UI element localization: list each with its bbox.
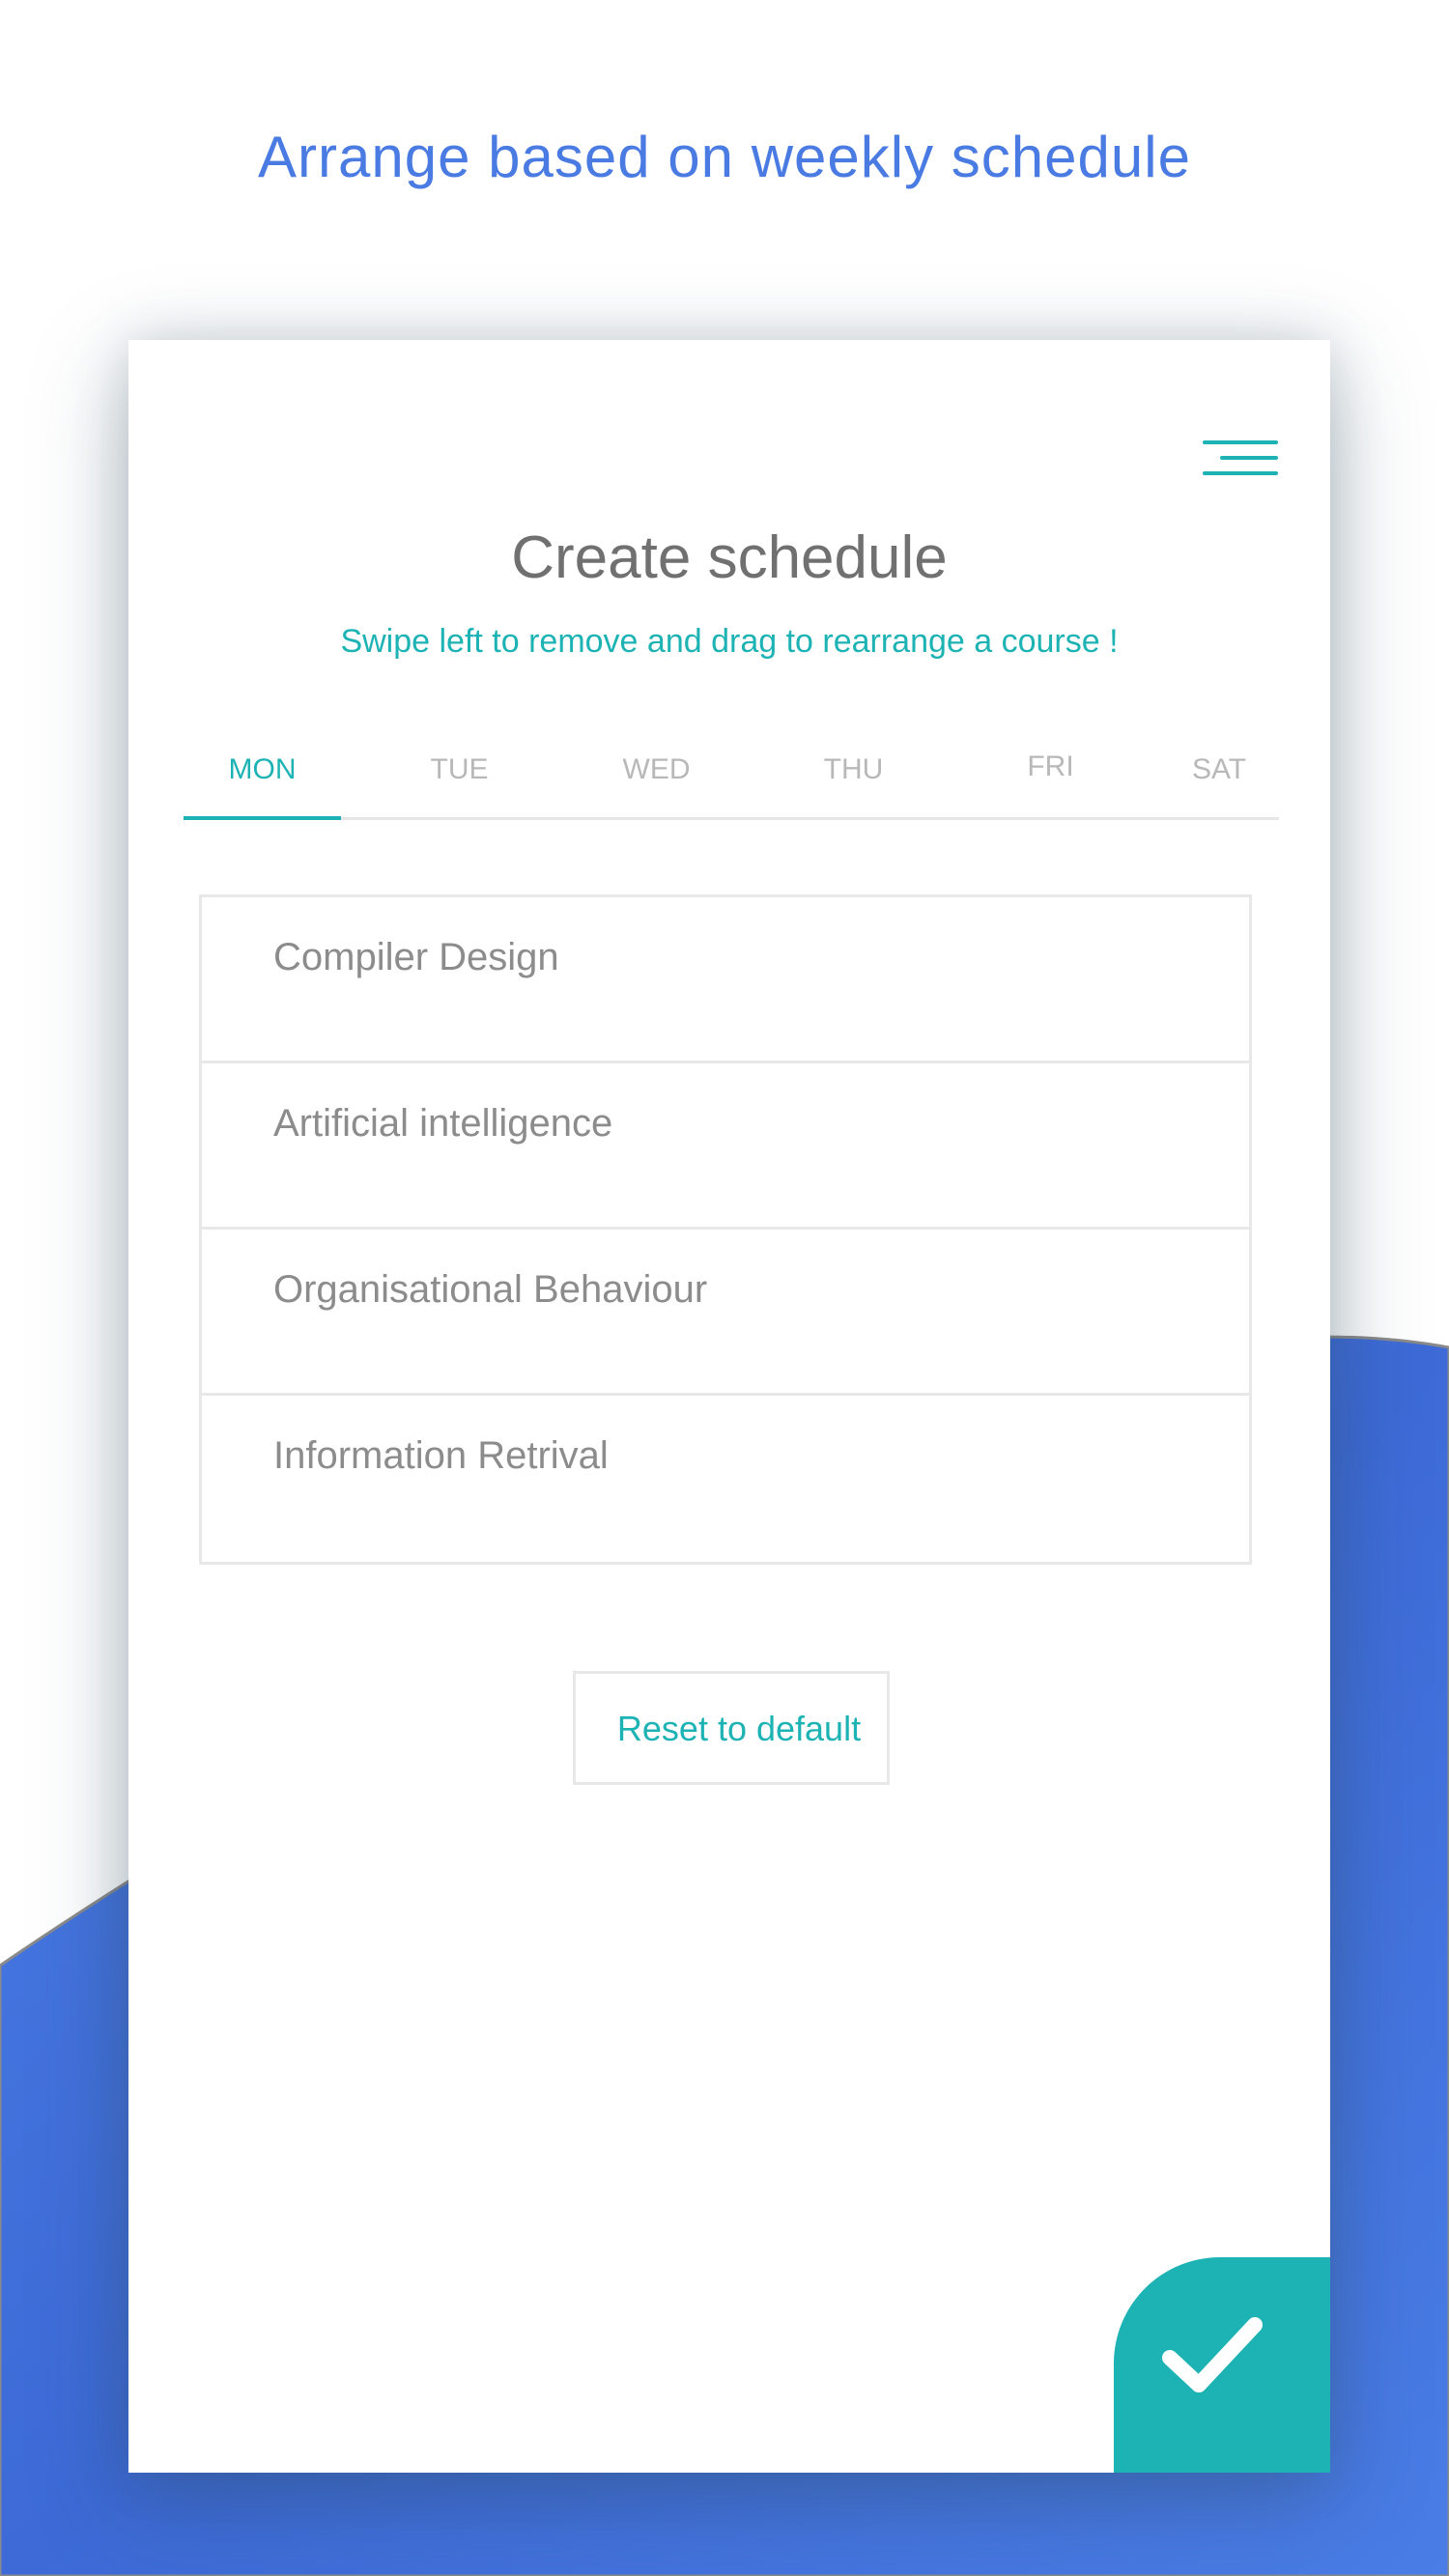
tab-wed[interactable]: WED: [578, 736, 735, 817]
course-list: Compiler Design Artificial intelligence …: [199, 894, 1252, 1565]
tab-sat[interactable]: SAT: [1159, 736, 1279, 817]
headline: Arrange based on weekly schedule: [258, 125, 1191, 189]
day-tabs: MON TUE WED THU FRI SAT: [184, 736, 1279, 820]
confirm-button[interactable]: [1114, 2257, 1330, 2473]
checkmark-icon: [1162, 2317, 1263, 2392]
page-title: Create schedule: [511, 524, 948, 591]
reset-to-default-button[interactable]: Reset to default: [573, 1671, 890, 1785]
schedule-card: Create schedule Swipe left to remove and…: [128, 340, 1330, 2473]
course-item[interactable]: Compiler Design: [202, 897, 1249, 1063]
course-item[interactable]: Artificial intelligence: [202, 1063, 1249, 1230]
active-tab-indicator: [184, 816, 341, 820]
tab-tue[interactable]: TUE: [381, 736, 538, 817]
course-item[interactable]: Organisational Behaviour: [202, 1230, 1249, 1396]
tab-thu[interactable]: THU: [775, 736, 932, 817]
menu-button[interactable]: [1201, 437, 1278, 485]
tab-mon[interactable]: MON: [184, 736, 341, 817]
tab-fri[interactable]: FRI: [972, 736, 1129, 817]
course-item[interactable]: Information Retrival: [202, 1396, 1249, 1562]
instruction-text: Swipe left to remove and drag to rearran…: [340, 623, 1119, 660]
